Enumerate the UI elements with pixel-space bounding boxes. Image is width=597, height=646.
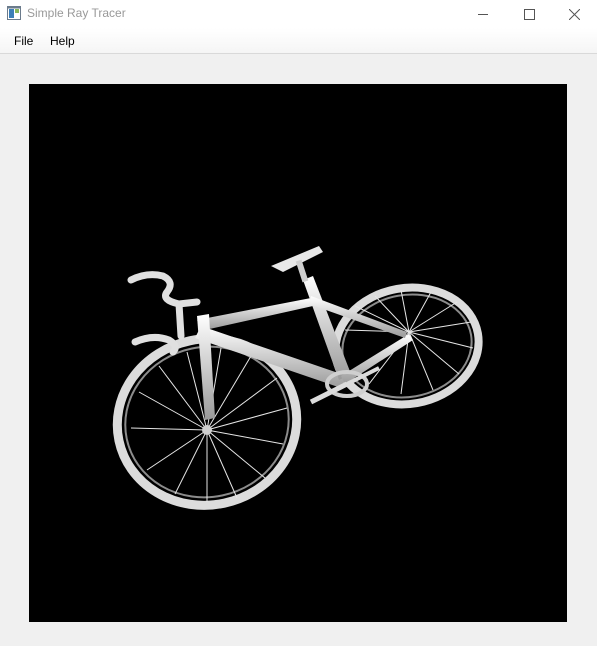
app-window-icon: [7, 6, 21, 20]
maximize-icon: [523, 8, 535, 20]
window-title: Simple Ray Tracer: [27, 6, 126, 20]
minimize-button[interactable]: [460, 0, 506, 28]
title-bar[interactable]: Simple Ray Tracer: [0, 0, 597, 28]
bicycle-saddle: [271, 246, 323, 283]
render-viewport: [29, 84, 567, 622]
rendered-bicycle-image: [112, 246, 483, 510]
close-icon: [568, 8, 580, 20]
close-button[interactable]: [551, 0, 597, 28]
menu-help[interactable]: Help: [43, 28, 82, 53]
maximize-button[interactable]: [506, 0, 552, 28]
menu-file[interactable]: File: [7, 28, 40, 53]
menu-bar: File Help: [0, 28, 597, 54]
minimize-icon: [477, 9, 489, 20]
app-window: Simple Ray Tracer File Help: [0, 0, 597, 646]
